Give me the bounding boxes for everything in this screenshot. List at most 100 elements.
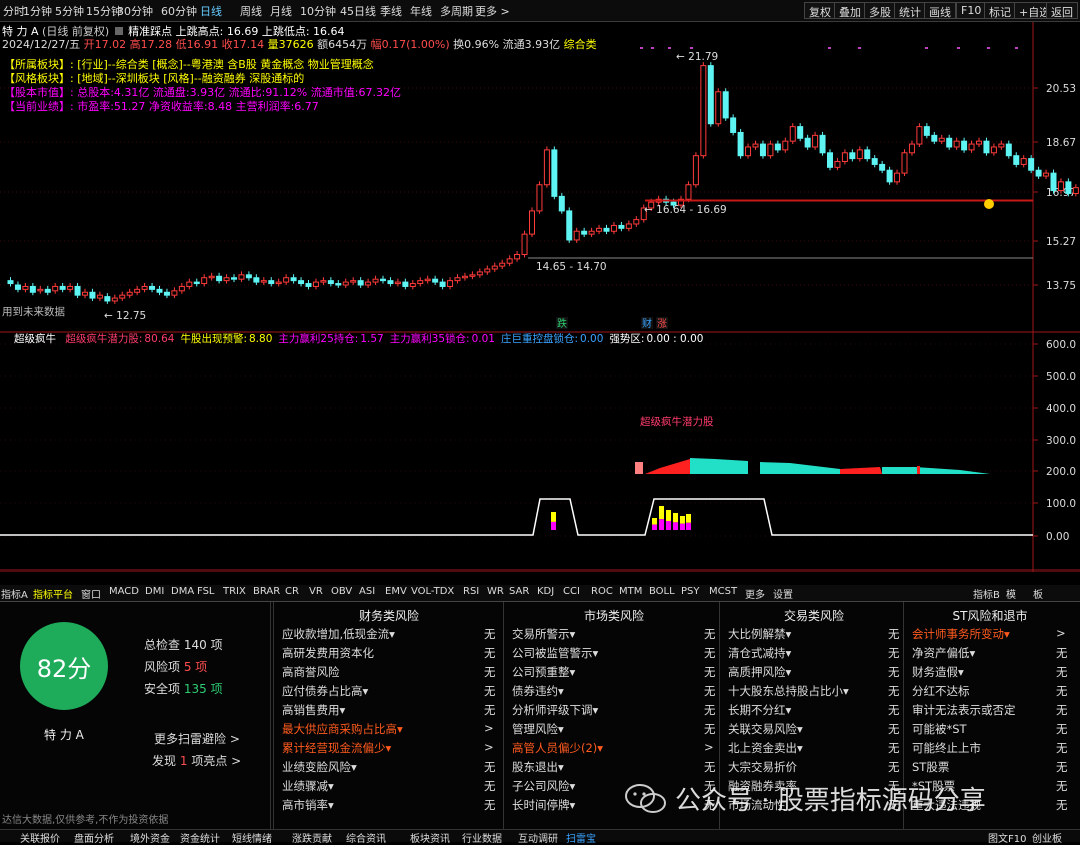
period-tab[interactable]: 30分钟 <box>117 3 153 19</box>
period-tab[interactable]: 季线 <box>380 3 402 19</box>
chevron-right-icon[interactable]: > <box>484 721 494 735</box>
period-tab[interactable]: 5分钟 <box>55 3 84 19</box>
period-tab[interactable]: 10分钟 <box>300 3 336 19</box>
footer-tab[interactable]: 关联报价 <box>20 830 60 845</box>
footer-right-tab[interactable]: 图文F10 <box>988 830 1026 845</box>
indicator-tab[interactable]: FSL <box>196 586 216 597</box>
risk-item[interactable]: ST股票 <box>912 759 949 775</box>
footer-tab[interactable]: 短线情绪 <box>232 830 272 845</box>
indicator-tab[interactable]: CCI <box>562 586 581 597</box>
period-tab[interactable]: 更多 > <box>475 3 510 19</box>
toolbar-button[interactable]: 画线 <box>924 2 956 19</box>
period-tab[interactable]: 年线 <box>410 3 432 19</box>
indicator-name[interactable]: 超级疯牛 <box>14 333 56 345</box>
indicator-tab[interactable]: BOLL <box>648 586 676 597</box>
indicator-tab[interactable]: VR <box>308 586 324 597</box>
period-tab[interactable]: 分时 <box>3 3 25 19</box>
indicator-tab[interactable]: 更多 <box>744 586 766 601</box>
indicator-tab[interactable]: PSY <box>680 586 701 597</box>
toolbar-button[interactable]: 返回 <box>1046 2 1078 19</box>
toolbar-button[interactable]: 叠加 <box>834 2 866 19</box>
footer-tab[interactable]: 板块资讯 <box>410 830 450 845</box>
indicator-tab[interactable]: MTM <box>618 586 643 597</box>
period-tab[interactable]: 周线 <box>240 3 262 19</box>
indicator-tab[interactable]: 指标A <box>0 586 29 601</box>
risk-item[interactable]: 净资产偏低▾ <box>912 645 975 661</box>
footer-tab[interactable]: 境外资金 <box>130 830 170 845</box>
risk-item[interactable]: 可能被*ST <box>912 721 967 737</box>
risk-item[interactable]: 财务造假▾ <box>912 664 964 680</box>
risk-item[interactable]: 大比例解禁▾ <box>728 626 791 642</box>
indicator-tab[interactable]: DMA <box>170 586 195 597</box>
risk-item[interactable]: 高研发费用资本化 <box>282 645 374 661</box>
footer-tab[interactable]: 综合资讯 <box>346 830 386 845</box>
indicator-tab[interactable]: VOL-TDX <box>410 586 455 597</box>
risk-item[interactable]: 可能终止上市 <box>912 740 981 756</box>
period-tab[interactable]: 1分钟 <box>23 3 52 19</box>
footer-tab[interactable]: 涨跌贡献 <box>292 830 332 845</box>
risk-item[interactable]: 审计无法表示或否定 <box>912 702 1016 718</box>
chevron-right-icon[interactable]: > <box>484 740 494 754</box>
risk-item[interactable]: 业绩变脸风险▾ <box>282 759 357 775</box>
risk-item[interactable]: 子公司风险▾ <box>512 778 575 794</box>
period-tab[interactable]: 多周期 <box>440 3 473 19</box>
toolbar-button[interactable]: 标记 <box>984 2 1016 19</box>
indicator-tab-right[interactable]: 指标B <box>972 586 1001 601</box>
risk-item[interactable]: 会计师事务所变动▾ <box>912 626 1010 642</box>
risk-item[interactable]: 高市销率▾ <box>282 797 334 813</box>
indicator-tab[interactable]: TRIX <box>222 586 247 597</box>
indicator-tab[interactable]: MCST <box>708 586 738 597</box>
indicator-tab[interactable]: KDJ <box>536 586 555 597</box>
indicator-tab[interactable]: CR <box>284 586 300 597</box>
risk-item[interactable]: 公司预重整▾ <box>512 664 575 680</box>
chevron-right-icon[interactable]: > <box>1056 626 1066 640</box>
toolbar-button[interactable]: 多股 <box>864 2 896 19</box>
toolbar-button[interactable]: F10 <box>956 2 987 19</box>
risk-item[interactable]: 应付债券占比高▾ <box>282 683 368 699</box>
risk-item[interactable]: 高商誉风险 <box>282 664 340 680</box>
indicator-tab-right[interactable]: 板 <box>1032 586 1044 601</box>
indicator-tab[interactable]: ROC <box>590 586 614 597</box>
indicator-tab[interactable]: RSI <box>462 586 480 597</box>
period-tab[interactable]: 60分钟 <box>161 3 197 19</box>
indicator-tab[interactable]: DMI <box>144 586 165 597</box>
risk-item[interactable]: 大宗交易折价 <box>728 759 797 775</box>
risk-item[interactable]: 应收款增加,低现金流▾ <box>282 626 395 642</box>
footer-tab[interactable]: 盘面分析 <box>74 830 114 845</box>
indicator-tab[interactable]: ASI <box>358 586 376 597</box>
indicator-tab[interactable]: SAR <box>508 586 530 597</box>
period-tab[interactable]: 月线 <box>270 3 292 19</box>
indicator-tab[interactable]: EMV <box>384 586 408 597</box>
risk-item[interactable]: 关联交易风险▾ <box>728 721 803 737</box>
indicator-tab-right[interactable]: 模 <box>1005 586 1017 601</box>
risk-item[interactable]: 高质押风险▾ <box>728 664 791 680</box>
risk-item[interactable]: 高销售费用▾ <box>282 702 345 718</box>
risk-item[interactable]: 十大股东总持股占比小▾ <box>728 683 849 699</box>
risk-item[interactable]: 股东退出▾ <box>512 759 564 775</box>
risk-item[interactable]: 公司被监管警示▾ <box>512 645 598 661</box>
chevron-right-icon[interactable]: > <box>704 740 714 754</box>
footer-tab[interactable]: 行业数据 <box>462 830 502 845</box>
indicator-tab[interactable]: 设置 <box>772 586 794 601</box>
indicator-tab[interactable]: WR <box>486 586 505 597</box>
footer-tab[interactable]: 资金统计 <box>180 830 220 845</box>
risk-item[interactable]: 管理风险▾ <box>512 721 564 737</box>
risk-item[interactable]: 长时间停牌▾ <box>512 797 575 813</box>
risk-item[interactable]: 北上资金卖出▾ <box>728 740 803 756</box>
risk-item[interactable]: 交易所警示▾ <box>512 626 575 642</box>
indicator-tab[interactable]: OBV <box>330 586 353 597</box>
toolbar-button[interactable]: 统计 <box>894 2 926 19</box>
period-tab[interactable]: 日线 <box>200 3 222 19</box>
risk-item[interactable]: 债券违约▾ <box>512 683 564 699</box>
period-tab[interactable]: 45日线 <box>340 3 376 19</box>
toolbar-button[interactable]: 复权 <box>804 2 836 19</box>
risk-item[interactable]: 高管人员偏少(2)▾ <box>512 740 603 756</box>
risk-item[interactable]: 最大供应商采购占比高▾ <box>282 721 403 737</box>
risk-item[interactable]: 清仓式减持▾ <box>728 645 791 661</box>
indicator-tab[interactable]: BRAR <box>252 586 281 597</box>
indicator-tab[interactable]: MACD <box>108 586 140 597</box>
indicator-tab[interactable]: 窗口 <box>80 586 102 601</box>
indicator-tab[interactable]: 指标平台 <box>32 586 74 601</box>
risk-item[interactable]: 长期不分红▾ <box>728 702 791 718</box>
footer-tab[interactable]: 扫雷宝 <box>566 830 596 845</box>
